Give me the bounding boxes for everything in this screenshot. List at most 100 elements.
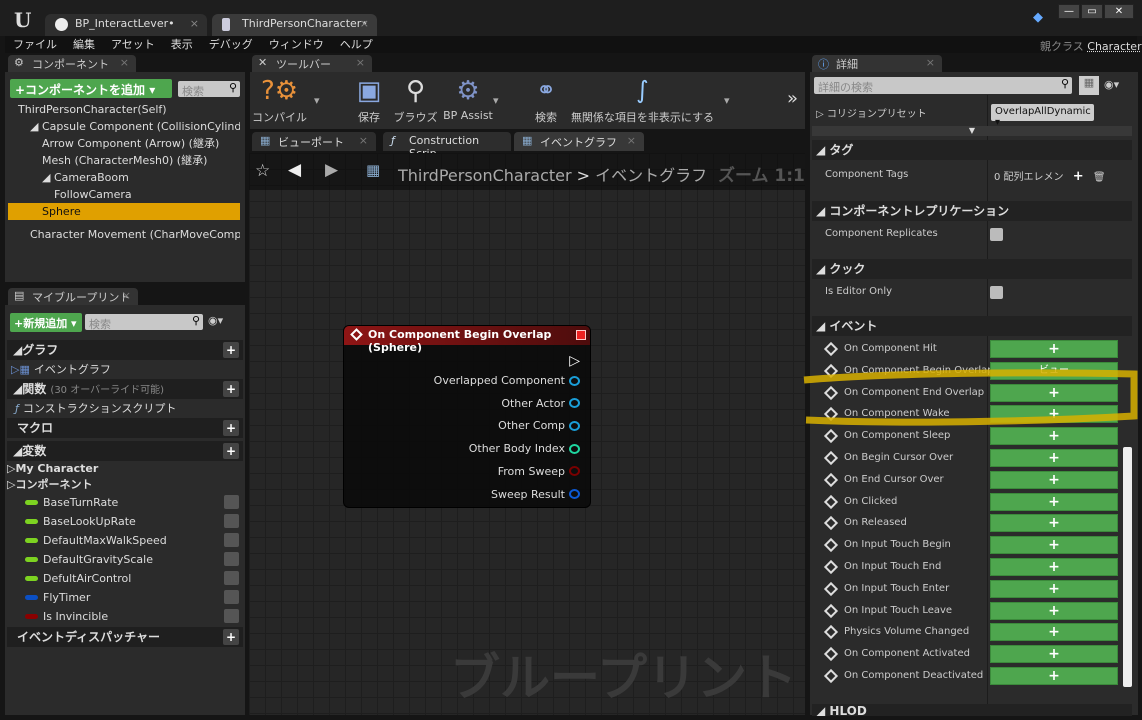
close-icon[interactable]: × [360, 17, 369, 30]
category-components[interactable]: ▷コンポーネント [7, 477, 243, 493]
add-event-button[interactable]: + [990, 449, 1118, 467]
delegate-pin-icon[interactable] [576, 330, 586, 340]
output-pin[interactable]: From Sweep [498, 465, 580, 478]
pin-circle-icon[interactable] [569, 375, 580, 386]
variable-item[interactable]: BaseLookUpRate [7, 512, 243, 531]
component-tree-item[interactable]: FollowCamera [8, 186, 240, 203]
variable-item[interactable]: DefaultMaxWalkSpeed [7, 531, 243, 550]
doc-tab-thirdpersoncharacter[interactable]: ThirdPersonCharacter• × [212, 14, 377, 36]
collision-preset-label[interactable]: ▷ コリジョンプリセット [816, 105, 927, 120]
browse-button[interactable]: ⚲ ブラウズ [393, 76, 438, 125]
bp-assist-button[interactable]: ⚙ BP Assist [443, 76, 493, 122]
component-tree-item[interactable]: ◢ CameraBoom [8, 169, 240, 186]
favorite-star-icon[interactable]: ☆ [255, 161, 270, 181]
bp-assist-dropdown[interactable]: ▾ [493, 94, 499, 107]
add-event-button[interactable]: + [990, 514, 1118, 533]
add-event-button[interactable]: + [990, 645, 1118, 664]
visibility-eye-icon[interactable] [224, 609, 239, 623]
add-function-plus-icon[interactable]: + [223, 381, 239, 397]
visibility-eye-icon[interactable] [224, 552, 239, 566]
output-pin[interactable]: Sweep Result [491, 488, 580, 501]
is-editor-only-checkbox[interactable] [990, 286, 1003, 299]
trash-icon[interactable]: 🗑 [1093, 172, 1106, 183]
add-macro-plus-icon[interactable]: + [223, 420, 239, 436]
compile-button[interactable]: ?⚙ コンパイル [252, 76, 307, 125]
menu-item[interactable]: アセット [103, 36, 163, 53]
close-icon[interactable]: × [122, 289, 131, 302]
component-tree-item[interactable]: ThirdPersonCharacter(Self) [8, 101, 240, 118]
close-icon[interactable]: × [627, 134, 636, 147]
add-event-button[interactable]: + [990, 340, 1118, 358]
construction-script-item[interactable]: ƒ コンストラクションスクリプト [7, 399, 243, 418]
add-event-button[interactable]: + [990, 667, 1118, 685]
menu-item[interactable]: 表示 [163, 36, 201, 53]
close-icon[interactable]: × [926, 56, 935, 69]
collision-preset-dropdown[interactable]: OverlapAllDynamic ▾ [991, 104, 1094, 128]
add-event-button[interactable]: + [990, 579, 1118, 598]
compile-dropdown[interactable]: ▾ [314, 94, 320, 107]
add-event-button[interactable]: + [990, 536, 1118, 555]
close-icon[interactable]: × [359, 134, 368, 147]
view-options-eye-icon[interactable]: ◉▾ [1104, 78, 1119, 91]
visibility-eye-icon[interactable] [224, 514, 239, 528]
event-graph-item[interactable]: ▷▦ イベントグラフ [7, 360, 243, 379]
add-dispatcher-plus-icon[interactable]: + [223, 629, 239, 645]
variable-item[interactable]: Is Invincible [7, 607, 243, 626]
add-event-button[interactable]: + [990, 601, 1118, 620]
tab-event-graph[interactable]: ▦ イベントグラフ × [514, 132, 644, 151]
hide-unrelated-button[interactable]: ∫ 無関係な項目を非表示にする [570, 76, 715, 125]
component-tree-item[interactable]: Arrow Component (Arrow) (継承) [8, 135, 240, 152]
output-pin[interactable]: Other Body Index [469, 442, 580, 455]
section-event-dispatchers[interactable]: イベントディスパッチャー + [7, 627, 243, 647]
pin-circle-icon[interactable] [569, 398, 580, 409]
section-variables[interactable]: ◢変数 + [7, 441, 243, 461]
graduation-cap-icon[interactable]: ◆ [1033, 10, 1043, 25]
menu-item[interactable]: 編集 [65, 36, 103, 53]
section-events[interactable]: ◢ イベント [812, 316, 1132, 336]
details-search-input[interactable]: 詳細の検索 ⚲ [814, 77, 1072, 94]
add-event-button[interactable]: + [990, 470, 1118, 489]
forward-arrow-icon[interactable]: ▶ [325, 160, 338, 180]
variable-item[interactable]: DefaultGravityScale [7, 550, 243, 569]
tab-viewport[interactable]: ▦ ビューポート × [252, 132, 376, 151]
view-options-eye-icon[interactable]: ◉▾ [208, 314, 223, 327]
menu-item[interactable]: ヘルプ [332, 36, 381, 53]
output-pin[interactable]: Overlapped Component [434, 374, 580, 387]
blueprint-search-input[interactable]: 検索 ⚲ [85, 314, 203, 331]
back-arrow-icon[interactable]: ◀ [288, 160, 301, 180]
menu-item[interactable]: ウィンドウ [261, 36, 332, 53]
close-icon[interactable]: × [120, 56, 129, 69]
category-my-character[interactable]: ▷My Character [7, 461, 243, 477]
component-replicates-checkbox[interactable] [990, 228, 1003, 241]
add-variable-plus-icon[interactable]: + [223, 443, 239, 459]
add-graph-plus-icon[interactable]: + [223, 342, 239, 358]
pin-circle-icon[interactable] [569, 466, 580, 477]
add-new-button[interactable]: +新規追加 ▾ [10, 313, 82, 332]
tab-components[interactable]: ⚙ コンポーネント × [8, 55, 136, 72]
doc-tab-bp-interactlever[interactable]: BP_InteractLever• × [45, 14, 207, 36]
add-event-button[interactable]: + [990, 623, 1118, 642]
property-matrix-icon[interactable]: ▦ [1079, 76, 1099, 95]
section-replication[interactable]: ◢ コンポーネントレプリケーション [812, 201, 1132, 221]
pin-circle-icon[interactable] [569, 443, 580, 454]
add-event-button[interactable]: + [990, 558, 1118, 576]
event-node-begin-overlap[interactable]: On Component Begin Overlap (Sphere) ▷ Ov… [343, 325, 591, 508]
exec-pin-icon[interactable]: ▷ [569, 353, 580, 369]
output-pin[interactable]: Other Actor [501, 397, 580, 410]
visibility-eye-icon[interactable] [224, 495, 239, 509]
hide-unrelated-dropdown[interactable]: ▾ [724, 94, 730, 107]
parent-class-link[interactable]: Character [1087, 40, 1141, 53]
section-functions[interactable]: ◢関数 (30 オーバーライド可能) + [7, 379, 243, 399]
component-tree-item[interactable]: Character Movement (CharMoveComp) (継承) [8, 220, 240, 242]
tab-toolbar[interactable]: ✕ ツールバー × [252, 55, 372, 72]
add-element-plus-icon[interactable]: + [1073, 169, 1084, 184]
details-scrollbar[interactable] [1123, 447, 1132, 687]
component-tree-item[interactable]: Mesh (CharacterMesh0) (継承) [8, 152, 240, 169]
advanced-expand-arrow-icon[interactable]: ▼ [812, 126, 1132, 136]
variable-item[interactable]: FlyTimer [7, 588, 243, 607]
visibility-eye-icon[interactable] [224, 533, 239, 547]
section-cook[interactable]: ◢ クック [812, 259, 1132, 279]
section-macros[interactable]: マクロ + [7, 418, 243, 438]
pin-circle-icon[interactable] [569, 489, 580, 499]
section-graphs[interactable]: ◢グラフ + [7, 340, 243, 360]
